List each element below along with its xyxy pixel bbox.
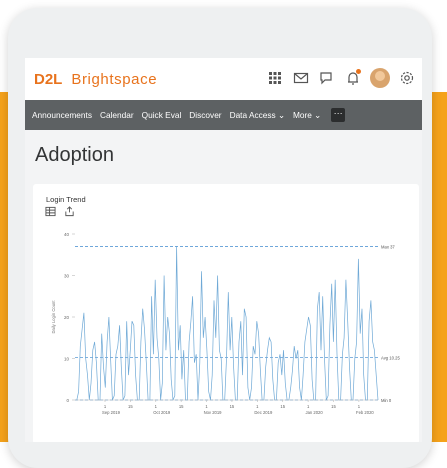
reference-line-label: Min 0 xyxy=(381,398,392,403)
y-tick-label: 20 xyxy=(64,315,70,320)
x-month-label: Oct 2019 xyxy=(153,410,171,415)
logo-brand: D2L xyxy=(34,71,63,88)
logo-product: Brightspace xyxy=(71,71,158,88)
x-month-label: Nov 2019 xyxy=(204,410,223,415)
x-tick-label: 15 xyxy=(179,404,184,409)
x-month-label: Jan 2020 xyxy=(305,410,323,415)
gear-icon[interactable] xyxy=(398,69,416,87)
x-month-label: Sep 2019 xyxy=(102,410,121,415)
brightspace-logo[interactable]: D2L Brightspace xyxy=(34,71,157,88)
x-month-label: Dec 2019 xyxy=(254,410,273,415)
x-tick-label: 1 xyxy=(307,404,310,409)
nav-item-quick-eval[interactable]: Quick Eval xyxy=(142,110,182,120)
x-tick-label: 1 xyxy=(358,404,361,409)
nav-item-discover[interactable]: Discover xyxy=(189,110,221,120)
nav-overflow-button[interactable]: ··· xyxy=(331,108,346,122)
x-tick-label: 1 xyxy=(205,404,208,409)
y-tick-label: 30 xyxy=(64,274,70,279)
bell-icon[interactable] xyxy=(344,69,362,87)
page-title: Adoption xyxy=(35,144,114,166)
chat-icon[interactable] xyxy=(318,69,336,87)
nav-item-data-access[interactable]: Data Access ⌄ xyxy=(230,110,285,120)
x-tick-label: 1 xyxy=(155,404,158,409)
reference-line-label: Max 37 xyxy=(381,244,395,249)
header-icons xyxy=(266,68,416,88)
login-trend-chart: 0 10 20 30 40 Daily Login Count Max 37 Avg 10.2… xyxy=(51,232,400,415)
y-tick-label: 0 xyxy=(66,398,69,403)
x-tick-label: 1 xyxy=(104,404,107,409)
avatar[interactable] xyxy=(370,68,390,88)
x-tick-label: 1 xyxy=(256,404,259,409)
nav-item-calendar[interactable]: Calendar xyxy=(100,110,134,120)
top-header: D2L Brightspace xyxy=(25,58,422,100)
x-tick-label: 15 xyxy=(128,404,133,409)
x-tick-label: 15 xyxy=(280,404,285,409)
grid-icon[interactable] xyxy=(266,69,284,87)
x-month-label: Feb 2020 xyxy=(356,410,374,415)
nav-item-announcements[interactable]: Announcements xyxy=(32,110,92,120)
y-axis-label: Daily Login Count xyxy=(51,300,56,334)
x-tick-label: 15 xyxy=(230,404,235,409)
x-tick-label: 15 xyxy=(331,404,336,409)
login-trend-card: Login Trend 0 10 20 30 40 Daily Login Count Ma… xyxy=(33,184,419,442)
reference-line-label: Avg 10.25 xyxy=(381,355,400,360)
series-line xyxy=(75,246,379,401)
nav-item-more[interactable]: More ⌄ xyxy=(293,110,321,120)
course-navbar: Announcements Calendar Quick Eval Discov… xyxy=(25,100,422,130)
y-tick-label: 40 xyxy=(64,232,70,237)
notification-dot xyxy=(356,69,361,74)
app-screen: D2L Brightspace Announcements Calendar Q… xyxy=(25,58,422,442)
y-tick-label: 10 xyxy=(64,357,70,362)
mail-icon[interactable] xyxy=(292,69,310,87)
